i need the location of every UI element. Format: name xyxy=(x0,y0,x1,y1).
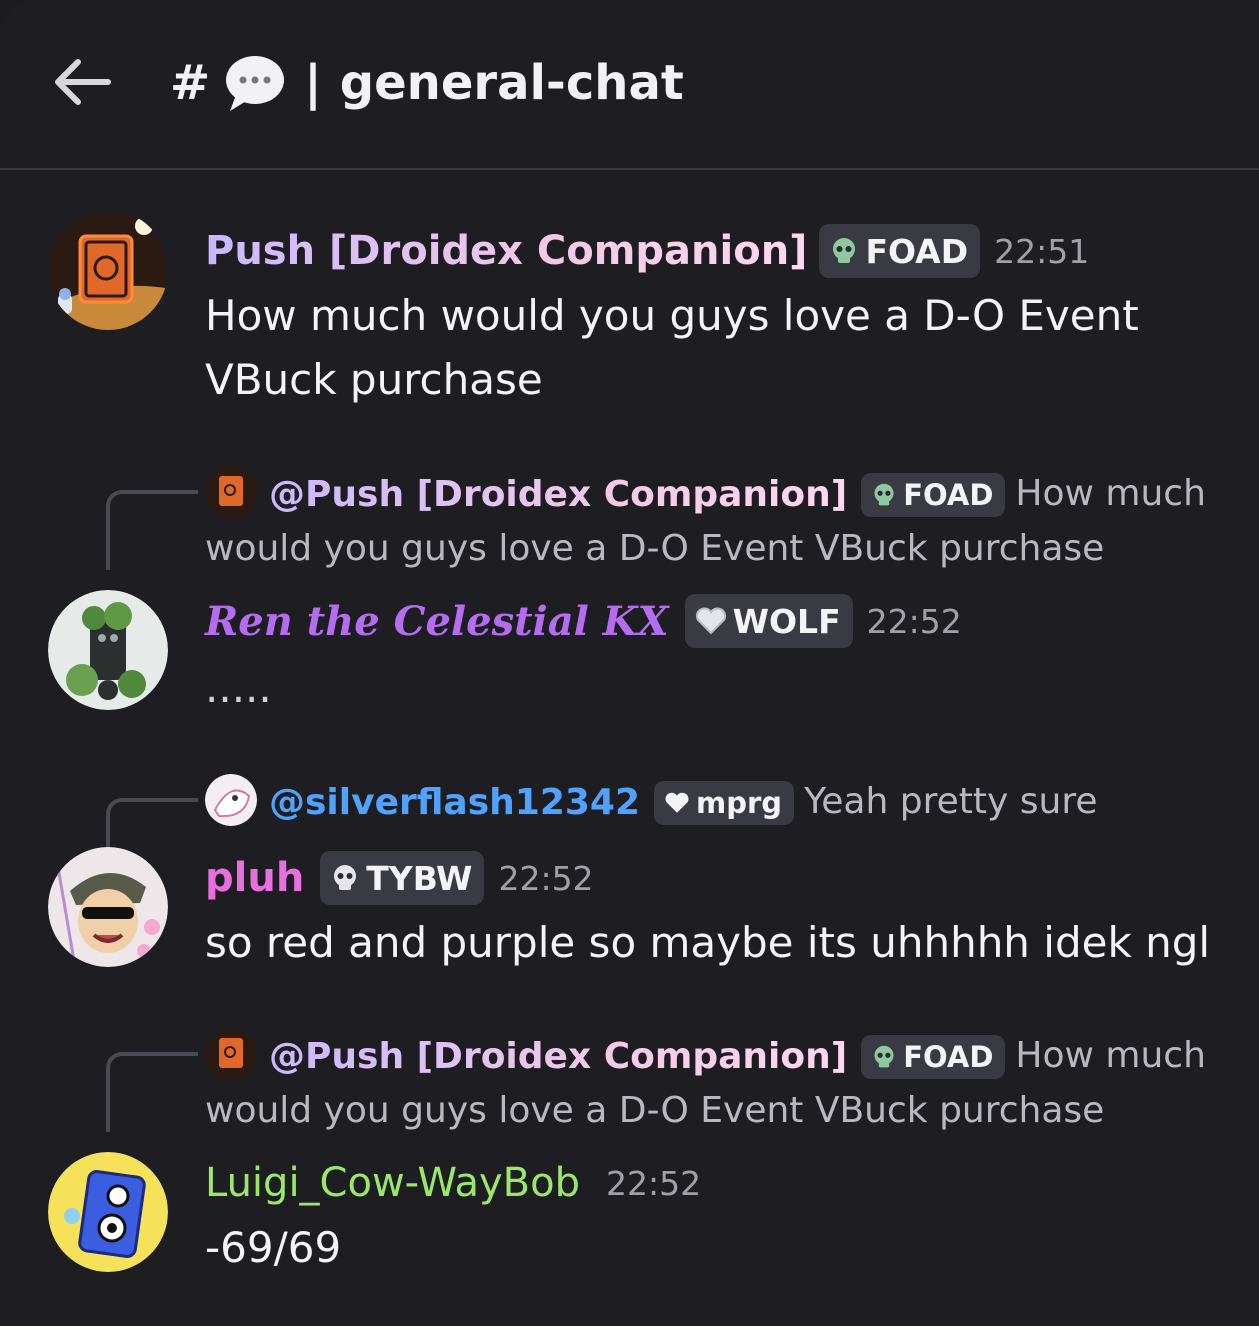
role-tag[interactable]: WOLF xyxy=(684,594,853,648)
role-tag[interactable]: mprg xyxy=(654,781,795,825)
unicorn-avatar-icon xyxy=(205,774,257,826)
reply-preview[interactable]: @silverflash12342 mprg Yeah pretty sure xyxy=(205,774,1250,830)
avatar[interactable] xyxy=(48,590,168,710)
channel-header: # | general-chat xyxy=(0,0,1259,170)
skull-icon xyxy=(833,238,856,263)
message-text: ..... xyxy=(205,663,272,712)
username[interactable]: Ren the Celestial KX xyxy=(205,598,669,645)
tag-label: WOLF xyxy=(732,601,841,641)
username[interactable]: Luigi_Cow-WayBob xyxy=(205,1160,580,1206)
reply-preview[interactable]: @Push [Droidex Companion] FOAD How much wo… xyxy=(205,466,1250,576)
timestamp: 22:52 xyxy=(605,1163,702,1203)
heart-icon xyxy=(665,792,689,813)
reply-username[interactable]: @silverflash12342 xyxy=(269,782,640,823)
book-icon xyxy=(50,212,166,330)
avatar[interactable] xyxy=(48,1152,168,1272)
tag-label: mprg xyxy=(696,786,783,820)
anime-avatar-icon xyxy=(48,847,168,967)
role-tag[interactable]: FOAD xyxy=(819,224,981,278)
speaker-avatar-icon xyxy=(48,1152,168,1272)
heart-icon xyxy=(695,607,726,635)
timestamp: 22:52 xyxy=(866,601,962,641)
reply-spine xyxy=(106,1052,198,1132)
username[interactable]: pluh xyxy=(205,855,304,901)
reply-spine xyxy=(106,490,198,570)
tag-label: FOAD xyxy=(903,478,994,512)
tag-label: TYBW xyxy=(366,858,473,898)
role-tag[interactable]: FOAD xyxy=(861,473,1006,517)
hash-icon: # xyxy=(170,55,211,111)
book-icon xyxy=(205,1028,257,1080)
message-text: How much would you guys love a D-O Event… xyxy=(205,291,1139,404)
chat-window: # | general-chat Push [Droidex Companion… xyxy=(0,0,1259,1326)
timestamp: 22:52 xyxy=(498,858,594,898)
reply-avatar xyxy=(205,1028,257,1080)
role-tag[interactable]: FOAD xyxy=(861,1035,1006,1079)
message-text: so red and purple so maybe its uhhhhh id… xyxy=(205,918,1211,967)
reply-username[interactable]: @Push [Droidex Companion] xyxy=(269,474,847,515)
back-button[interactable] xyxy=(50,52,114,112)
avatar[interactable] xyxy=(48,847,168,967)
username[interactable]: Push [Droidex Companion] xyxy=(205,228,807,274)
reply-text: Yeah pretty sure xyxy=(804,781,1098,822)
speech-bubble-icon xyxy=(226,56,285,111)
timestamp: 22:51 xyxy=(994,231,1090,271)
skull-icon xyxy=(874,1045,894,1068)
avatar[interactable] xyxy=(48,210,168,330)
arrow-left-icon xyxy=(55,59,111,105)
role-tag[interactable]: TYBW xyxy=(320,851,485,905)
title-separator: | xyxy=(304,55,322,111)
reply-avatar xyxy=(205,774,257,826)
skull-icon xyxy=(334,865,357,890)
tag-label: FOAD xyxy=(865,231,969,271)
reply-avatar xyxy=(205,466,257,518)
channel-name: general-chat xyxy=(339,55,684,111)
reply-preview[interactable]: @Push [Droidex Companion] FOAD How much wo… xyxy=(205,1028,1250,1138)
reply-username[interactable]: @Push [Droidex Companion] xyxy=(269,1036,847,1077)
robot-avatar-icon xyxy=(48,590,168,710)
message-text: -69/69 xyxy=(205,1223,342,1272)
skull-icon xyxy=(874,483,894,506)
tag-label: FOAD xyxy=(903,1040,994,1074)
book-icon xyxy=(205,466,257,518)
channel-title: # | general-chat xyxy=(170,50,684,116)
